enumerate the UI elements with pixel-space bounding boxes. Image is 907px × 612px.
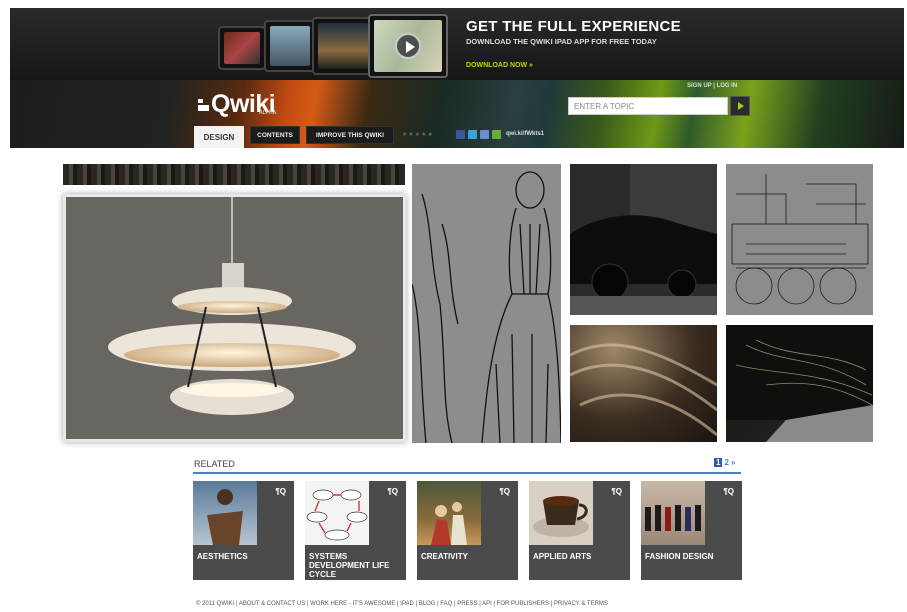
device-thumb (218, 26, 266, 70)
related-heading: RELATED (194, 459, 235, 469)
cycle-diagram-drawing (306, 489, 368, 541)
promo-banner: GET THE FULL EXPERIENCE DOWNLOAD THE QWI… (10, 8, 904, 80)
related-card-creativity[interactable]: ¶Q CREATIVITY (417, 481, 518, 580)
tab-improve[interactable]: IMPROVE THIS QWIKI (306, 126, 394, 144)
qwiki-badge-icon: ¶Q (387, 487, 398, 496)
runway-drawing (645, 505, 701, 531)
device-thumb (368, 14, 448, 78)
laptop-screen-image[interactable] (726, 325, 873, 442)
device-thumb (312, 17, 374, 75)
short-url[interactable]: qwi.ki/fWkts1 (506, 131, 544, 137)
qwiki-badge-icon: ¶Q (499, 487, 510, 496)
fashion-design-thumbnail (641, 481, 705, 545)
link-separator: | (713, 83, 715, 89)
ceiling-drawing (570, 343, 717, 437)
related-card-aesthetics[interactable]: ¶Q AESTHETICS (193, 481, 294, 580)
vintage-car-image[interactable] (570, 164, 717, 315)
facebook-icon[interactable] (456, 130, 465, 139)
related-pagination: 1 2» (714, 458, 737, 467)
qwiki-logo-icon (198, 99, 210, 111)
qwiki-badge-icon: ¶Q (611, 487, 622, 496)
painting-drawing (431, 502, 467, 545)
laptop-drawing (726, 325, 873, 442)
rating-stars[interactable]: ★★★★★ (402, 131, 434, 138)
footer-links[interactable]: © 2011 QWIKI | ABOUT & CONTACT US | WORK… (196, 601, 756, 607)
sign-up-link[interactable]: SIGN UP (687, 83, 712, 89)
related-card-applied-arts[interactable]: ¶Q APPLIED ARTS (529, 481, 630, 580)
statue-drawing (207, 489, 243, 545)
search-submit-button[interactable] (730, 96, 750, 116)
related-card-label: AESTHETICS (197, 552, 248, 561)
email-icon[interactable] (480, 130, 489, 139)
site-header: Qwiki ALPHA SIGN UP | LOG IN DESIGN CONT… (10, 80, 904, 148)
share-icon[interactable] (492, 130, 501, 139)
dress-sketch-image[interactable] (412, 164, 561, 443)
promo-subline: DOWNLOAD THE QWIKI IPAD APP FOR FREE TOD… (466, 37, 657, 46)
ipad-devices-image (208, 12, 454, 80)
related-card-label: APPLIED ARTS (533, 552, 592, 561)
qwiki-badge-icon: ¶Q (275, 487, 286, 496)
related-card-fashion-design[interactable]: ¶Q FASHION DESIGN (641, 481, 742, 580)
download-now-link[interactable]: DOWNLOAD NOW » (466, 62, 533, 69)
next-page-button[interactable]: » (731, 458, 735, 467)
sdlc-thumbnail (305, 481, 369, 545)
device-thumb (264, 20, 316, 72)
related-card-sdlc[interactable]: ¶Q SYSTEMS DEVELOPMENT LIFE CYCLE (305, 481, 406, 580)
applied-arts-thumbnail (529, 481, 593, 545)
play-icon[interactable] (395, 33, 421, 59)
arched-ceiling-image[interactable] (570, 325, 717, 442)
log-in-link[interactable]: LOG IN (717, 83, 738, 89)
pendant-lamp-drawing (66, 197, 403, 439)
twitter-icon[interactable] (468, 130, 477, 139)
creativity-thumbnail (417, 481, 481, 545)
aesthetics-thumbnail (193, 481, 257, 545)
car-drawing (570, 164, 717, 315)
tab-contents[interactable]: CONTENTS (250, 126, 300, 144)
tab-design[interactable]: DESIGN (194, 126, 244, 148)
related-divider (193, 472, 741, 474)
banner-strip-image[interactable] (63, 164, 405, 185)
related-card-label: FASHION DESIGN (645, 552, 714, 561)
account-links: SIGN UP | LOG IN (687, 83, 737, 89)
promo-headline: GET THE FULL EXPERIENCE (466, 18, 681, 35)
related-card-label: SYSTEMS DEVELOPMENT LIFE CYCLE (309, 552, 390, 579)
pendant-lamp-image[interactable] (63, 194, 406, 442)
teacup-drawing (533, 496, 589, 537)
page-2-button[interactable]: 2 (724, 458, 728, 467)
page-1-button[interactable]: 1 (714, 458, 723, 467)
related-card-label: CREATIVITY (421, 552, 468, 561)
qwiki-badge-icon: ¶Q (723, 487, 734, 496)
technical-drawing-image[interactable] (726, 164, 873, 315)
search-input[interactable] (568, 97, 728, 115)
blueprint-drawing (726, 164, 873, 315)
alpha-tag: ALPHA (259, 110, 277, 116)
dress-sketch-drawing (412, 164, 561, 443)
